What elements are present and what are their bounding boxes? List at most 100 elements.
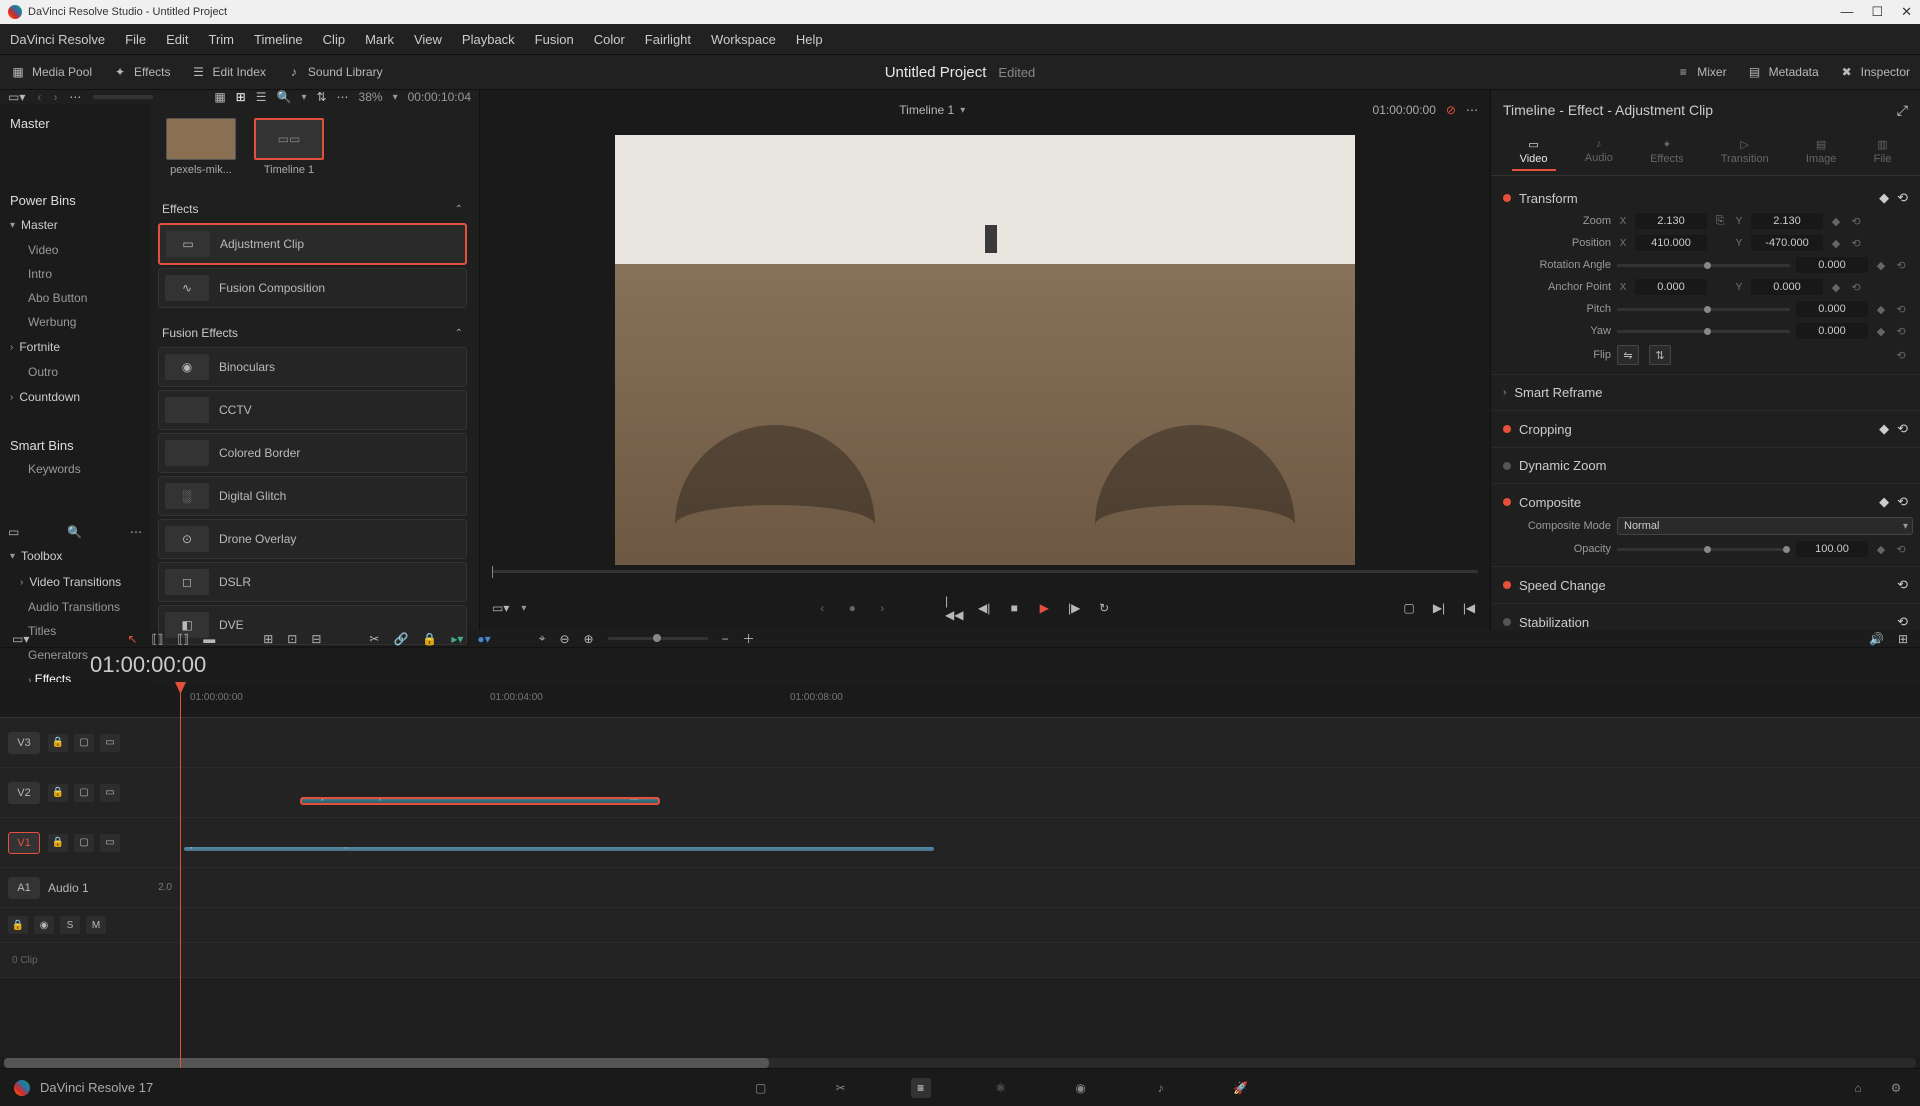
view-thumbnail-icon[interactable]: ⊞ <box>236 90 246 104</box>
tree-keywords[interactable]: Keywords <box>0 457 150 481</box>
cut-page-icon[interactable]: ✂ <box>831 1078 851 1098</box>
effects-button[interactable]: ✦Effects <box>112 64 170 80</box>
arrow-tool[interactable]: ↖ <box>127 632 137 646</box>
tree-item[interactable]: ›Video Transitions <box>0 569 150 595</box>
view-list-icon[interactable]: ☰ <box>256 90 267 104</box>
prev-edit-icon[interactable]: ‹ <box>813 599 831 617</box>
go-end-icon[interactable]: |◀ <box>1460 599 1478 617</box>
more-icon[interactable]: ⋯ <box>69 90 81 104</box>
fairlight-page-icon[interactable]: ♪ <box>1151 1078 1171 1098</box>
opacity-slider[interactable] <box>1617 548 1790 551</box>
mute-button[interactable]: M <box>86 916 106 934</box>
link-icon[interactable]: 🔗 <box>393 632 408 646</box>
rotation-input[interactable]: 0.000 <box>1796 257 1868 273</box>
snap-icon[interactable]: ⌖ <box>539 631 546 646</box>
clip-thumbnail[interactable]: pexels-mik... <box>166 118 236 176</box>
insert-icon[interactable]: ⊞ <box>263 632 273 646</box>
yaw-slider[interactable] <box>1617 330 1790 333</box>
menu-item[interactable]: View <box>414 32 442 47</box>
settings-icon[interactable]: ⚙ <box>1886 1078 1906 1098</box>
video-preview[interactable] <box>615 135 1355 565</box>
power-bins[interactable]: Power Bins <box>0 185 150 212</box>
tab-effects[interactable]: ✦Effects <box>1642 134 1691 171</box>
opacity-input[interactable]: 100.00 <box>1796 541 1868 557</box>
rotation-slider[interactable] <box>1617 264 1790 267</box>
horizontal-scrollbar[interactable] <box>4 1058 1916 1068</box>
more-icon[interactable]: ⋯ <box>130 525 142 539</box>
tab-image[interactable]: ▤Image <box>1798 134 1845 171</box>
first-frame-icon[interactable]: |◀◀ <box>945 599 963 617</box>
menu-item[interactable]: Playback <box>462 32 515 47</box>
reset-icon[interactable]: ⟲ <box>1897 190 1908 206</box>
enable-dot-icon[interactable] <box>1503 425 1511 433</box>
menu-item[interactable]: Timeline <box>254 32 303 47</box>
menu-item[interactable]: Color <box>594 32 625 47</box>
menu-item[interactable]: File <box>125 32 146 47</box>
master-bin[interactable]: Master <box>0 108 150 135</box>
view-metadata-icon[interactable]: ▦ <box>214 90 225 104</box>
arm-icon[interactable]: ◉ <box>34 916 54 934</box>
section-stabilization[interactable]: Stabilization⟲ <box>1503 610 1908 630</box>
zoom-y-input[interactable]: 2.130 <box>1751 213 1823 229</box>
effect-cctv[interactable]: CCTV <box>158 390 467 430</box>
pitch-input[interactable]: 0.000 <box>1796 301 1868 317</box>
inspector-button[interactable]: ✖Inspector <box>1839 64 1910 80</box>
blade-tool[interactable]: ▬ <box>203 632 215 646</box>
dynamic-trim-tool[interactable]: ⟦⟧ <box>177 632 189 646</box>
anchor-y-input[interactable]: 0.000 <box>1751 279 1823 295</box>
menu-item[interactable]: Edit <box>166 32 188 47</box>
yaw-input[interactable]: 0.000 <box>1796 323 1868 339</box>
auto-select-icon[interactable]: ▢ <box>74 734 94 752</box>
zoom-slider[interactable] <box>608 637 708 640</box>
more-icon[interactable]: ⋯ <box>337 90 349 104</box>
menu-item[interactable]: DaVinci Resolve <box>10 32 105 47</box>
replace-icon[interactable]: ⊟ <box>311 632 321 646</box>
marker-icon[interactable]: ●▾ <box>477 632 490 646</box>
menu-item[interactable]: Mark <box>365 32 394 47</box>
next-frame-icon[interactable]: |▶ <box>1065 599 1083 617</box>
enable-dot-icon[interactable] <box>1503 462 1511 470</box>
panel-menu-icon[interactable]: ▭ <box>8 525 19 539</box>
sort-icon[interactable]: ⇅ <box>316 90 326 104</box>
effect-fusion-composition[interactable]: ∿Fusion Composition <box>158 268 467 308</box>
play-button[interactable]: ▶ <box>1035 599 1053 617</box>
solo-button[interactable]: S <box>60 916 80 934</box>
menu-item[interactable]: Fusion <box>535 32 574 47</box>
tree-item[interactable]: Video <box>0 238 150 262</box>
maximize-button[interactable]: ☐ <box>1871 4 1883 20</box>
metadata-button[interactable]: ▤Metadata <box>1747 64 1819 80</box>
tree-item[interactable]: Audio Transitions <box>0 595 150 619</box>
tree-item[interactable]: Abo Button <box>0 286 150 310</box>
close-button[interactable]: ✕ <box>1901 4 1912 20</box>
zoom-x-input[interactable]: 2.130 <box>1635 213 1707 229</box>
viewer-mode-icon[interactable]: ▭▾ <box>492 601 509 615</box>
enable-dot-icon[interactable] <box>1503 194 1511 202</box>
lock-icon[interactable]: 🔒 <box>48 734 68 752</box>
fusion-page-icon[interactable]: ⚛ <box>991 1078 1011 1098</box>
edit-page-icon[interactable]: ≡ <box>911 1078 931 1098</box>
bypass-icon[interactable]: ⊘ <box>1446 103 1456 117</box>
pos-y-input[interactable]: -470.000 <box>1751 235 1823 251</box>
nav-back-icon[interactable]: ‹ <box>37 90 41 104</box>
section-cropping[interactable]: Cropping◆⟲ <box>1503 417 1908 441</box>
zoom-out-icon[interactable]: ⊖ <box>559 632 569 646</box>
chevron-down-icon[interactable]: ▾ <box>301 92 306 103</box>
tree-item[interactable]: Werbung <box>0 310 150 334</box>
effect-colored-border[interactable]: Colored Border <box>158 433 467 473</box>
effect-adjustment-clip[interactable]: ▭Adjustment Clip <box>158 223 467 265</box>
last-frame-icon[interactable]: ▶| <box>1430 599 1448 617</box>
trim-tool[interactable]: ⟦⟧ <box>151 632 163 646</box>
effect-binoculars[interactable]: ◉Binoculars <box>158 347 467 387</box>
collapse-icon[interactable]: ⌃ <box>455 204 463 215</box>
timeline-thumbnail[interactable]: ▭▭Timeline 1 <box>254 118 324 176</box>
menu-item[interactable]: Workspace <box>711 32 776 47</box>
composite-mode-select[interactable]: Normal <box>1617 517 1913 535</box>
timeline-ruler[interactable]: 01:00:00:00 01:00:04:00 01:00:08:00 <box>0 682 1920 718</box>
blade-icon[interactable]: ✂ <box>369 632 379 646</box>
video-clip[interactable]: pexels-mikhail-nilov-6942639.mp4 <box>184 847 934 851</box>
tab-transition[interactable]: ▷Transition <box>1713 134 1777 171</box>
sound-library-button[interactable]: ♪Sound Library <box>286 64 383 80</box>
overwrite-icon[interactable]: ⊡ <box>287 632 297 646</box>
zoom-in-icon[interactable]: ⊕ <box>584 632 594 646</box>
expand-icon[interactable]: ⤢ <box>1897 102 1908 119</box>
